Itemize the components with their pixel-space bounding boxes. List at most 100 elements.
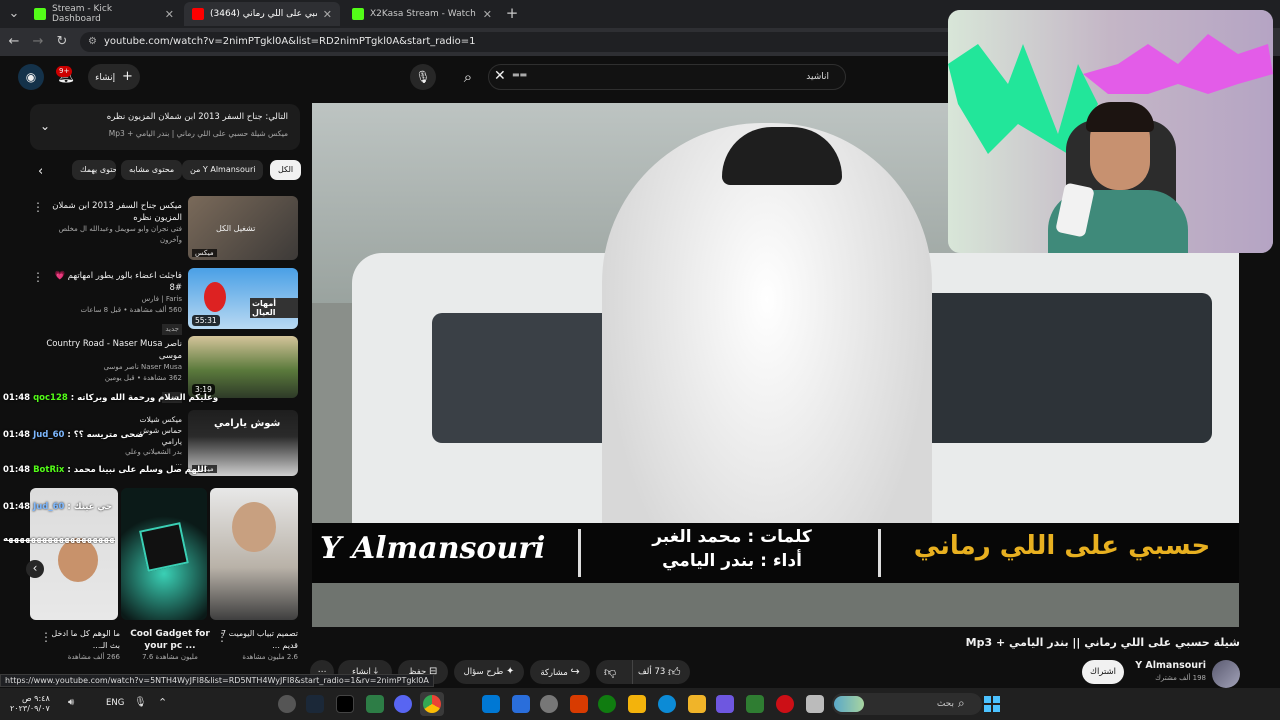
notification-count-badge: 9+ <box>56 66 73 77</box>
share-button[interactable]: مشاركة ↪ <box>530 660 590 684</box>
office-icon[interactable] <box>570 695 588 713</box>
like-count[interactable]: 73 ألف <box>638 660 665 684</box>
app-icon[interactable] <box>746 695 764 713</box>
banner-song-title: حسبي على اللي رماني <box>913 531 1211 561</box>
more-options-icon[interactable]: ⋮ <box>216 630 228 644</box>
close-icon[interactable]: ✕ <box>483 8 492 21</box>
taskbar-clock[interactable]: ٩:٤٨ ص ٢٠٢٣/٠٩/٠٧ <box>10 694 50 714</box>
mix-badge: ميكس <box>192 249 217 257</box>
more-options-icon[interactable]: ⋮ <box>32 200 44 214</box>
app-icon[interactable] <box>512 695 530 713</box>
show-hidden-icons-icon[interactable]: ⌃ <box>158 696 167 709</box>
windows-taskbar: ٩:٤٨ ص ٢٠٢٣/٠٩/٠٧ ENG 🔊︎ 🎙︎ ⌃ بحث ⌕ <box>0 688 1280 720</box>
xbox-app-icon[interactable] <box>598 695 616 713</box>
tiktok-icon[interactable] <box>336 695 354 713</box>
clear-search-icon[interactable]: ✕ <box>494 68 506 84</box>
channel-name[interactable]: Y Almansouri <box>1130 660 1206 671</box>
chips-left-arrow-icon[interactable]: ‹ <box>38 164 43 179</box>
edge-icon[interactable] <box>658 695 676 713</box>
voice-search-icon[interactable]: 🎙︎ <box>410 64 436 90</box>
video-title-banner: Y Almansouri كلمات : محمد الغبر أداء : ب… <box>312 523 1239 583</box>
video-thumbnail[interactable]: 3:19 <box>188 336 298 398</box>
video-title: شيلة حسبي على اللي رماني || بندر اليامي … <box>965 636 1240 649</box>
short-item[interactable]: تصميم تبياب اليوميت 7 قديم ... 2.6 مليون… <box>220 628 298 663</box>
list-item[interactable]: ميكس جناح السفر 2013 ابن شملان المزيون ن… <box>52 200 182 246</box>
streamer-webcam <box>948 10 1273 253</box>
chat-message: ههههههههههههههههههههههههههههههههه <box>3 534 115 544</box>
shorts-prev-icon[interactable]: ‹ <box>26 560 44 578</box>
reload-icon[interactable]: ↻ <box>54 34 70 50</box>
store-icon[interactable] <box>628 695 646 713</box>
chevron-down-icon[interactable]: ⌄ <box>40 119 50 133</box>
tab-kick-dashboard[interactable]: Stream - Kick Dashboard ✕ <box>26 2 182 26</box>
search-icon[interactable]: ⌕ <box>455 64 481 90</box>
windows-start-icon[interactable] <box>984 696 1000 712</box>
mail-icon[interactable] <box>482 695 500 713</box>
language-indicator[interactable]: ENG <box>106 698 124 708</box>
volume-icon[interactable]: 🔊︎ <box>68 697 74 708</box>
site-info-icon[interactable]: ⚙ <box>88 32 97 52</box>
task-view-icon[interactable] <box>806 695 824 713</box>
opera-icon[interactable] <box>776 695 794 713</box>
thumbnail-face <box>58 538 98 582</box>
forward-icon[interactable]: → <box>30 34 46 50</box>
play-all-overlay: تشغيل الكل <box>216 224 256 233</box>
video-thumbnail[interactable]: أمهات العيال 55:31 <box>188 268 298 329</box>
sparkle-icon: ✦ <box>506 666 515 677</box>
xbox-icon[interactable] <box>366 695 384 713</box>
video-duration: 55:31 <box>192 315 220 326</box>
chat-message: 01:48 Jud_60 : ضحى متريسه ؟؟ <box>3 430 144 440</box>
ask-question-button[interactable]: طرح سؤال ✦ <box>454 660 524 684</box>
tab-x2kasa-stream[interactable]: X2Kasa Stream - Watch Live on ✕ <box>344 2 500 26</box>
search-icon: ⌕ <box>958 696 965 710</box>
channel-avatar[interactable] <box>1212 660 1240 688</box>
dislike-icon[interactable]: 👎︎ <box>604 660 616 684</box>
queue-subtitle: ميكس شيلة حسبي على اللي رماني | بندر الي… <box>108 129 288 138</box>
chip-all[interactable]: الكل <box>270 160 302 180</box>
list-item[interactable]: فاجئت اعضاء بالور يطور امهاتهم 💗 #8 Fari… <box>52 270 182 335</box>
banner-performer-credit: أداء : بندر اليامي <box>662 551 802 571</box>
tab-search-icon[interactable]: ⌄ <box>6 6 22 22</box>
short-thumbnail[interactable] <box>210 488 298 620</box>
more-options-icon[interactable]: ⋮ <box>32 270 44 284</box>
chrome-active-tile[interactable] <box>420 692 444 716</box>
mix-thumbnail[interactable]: تشغيل الكل ميكس <box>188 196 298 260</box>
link-status-bar: https://www.youtube.com/watch?v=5NTH4WyJ… <box>0 674 434 687</box>
copilot-icon[interactable] <box>716 695 734 713</box>
banner-channel-name: Y Almansouri <box>320 531 546 566</box>
list-item[interactable]: ميكس شيلات حماس شوش يارامي بدر الشعيلاني… <box>120 414 182 469</box>
video-car-window <box>432 313 612 443</box>
avatar[interactable]: ◉ <box>18 64 44 90</box>
more-options-icon[interactable]: ⋮ <box>40 630 52 644</box>
playlist-queue-card[interactable]: ⌄ التالي: جناح السفر 2013 ابن شملان المز… <box>30 104 300 150</box>
short-thumbnail[interactable] <box>121 488 207 620</box>
back-icon[interactable]: ← <box>6 34 22 50</box>
kick-favicon-icon <box>352 8 364 20</box>
steam-icon[interactable] <box>306 695 324 713</box>
close-icon[interactable]: ✕ <box>323 8 332 21</box>
short-item[interactable]: Cool Gadget for your pc ... 7.6 مليون مش… <box>130 628 210 663</box>
new-tab-icon[interactable]: + <box>504 5 520 21</box>
search-text-chip: ▬▬ <box>512 70 528 79</box>
tab-youtube[interactable]: (3464) شيلة حسبي على اللي رماني ✕ <box>184 2 340 26</box>
chip-related[interactable]: محتوى يهمك <box>72 160 116 180</box>
create-button[interactable]: إنشاء + <box>88 64 140 90</box>
discord-icon[interactable] <box>394 695 412 713</box>
settings-gear-icon[interactable] <box>540 695 558 713</box>
close-icon[interactable]: ✕ <box>165 8 174 21</box>
subscribe-button[interactable]: اشتراك <box>1082 660 1124 684</box>
thumbnail-caption: أمهات العيال <box>250 298 298 318</box>
like-dislike-group: 👎︎ 73 ألف 👍︎ <box>596 660 690 684</box>
short-item[interactable]: ما الوهم كل ما ادخل بث الـ... 266 ألف مش… <box>48 628 120 663</box>
file-explorer-icon[interactable] <box>688 695 706 713</box>
banner-divider <box>878 529 881 577</box>
microphone-icon[interactable]: 🎙︎ <box>134 697 147 708</box>
search-input[interactable]: اناشيد <box>488 64 846 90</box>
like-icon[interactable]: 👍︎ <box>668 660 681 684</box>
subscriber-count: 198 ألف مشترك <box>1155 674 1206 682</box>
chat-message: 01:48 BotRix : اللهم صل وسلم على نبينا مح… <box>3 465 207 475</box>
chip-from-channel[interactable]: من Y Almansouri <box>182 160 264 180</box>
taskbar-app-icon[interactable] <box>278 695 296 713</box>
chip-similar[interactable]: محتوى مشابه <box>121 160 183 180</box>
thumbnail-keycap <box>139 522 189 572</box>
